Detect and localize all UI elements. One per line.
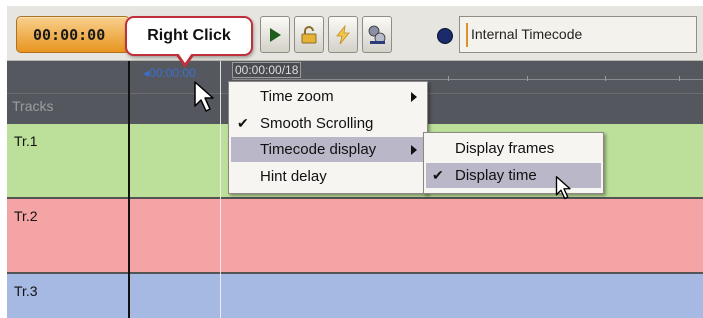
callout-pointer-fill <box>178 53 192 63</box>
text-caret <box>466 23 468 47</box>
checkmark-icon: ✔ <box>237 115 249 131</box>
track-label: Tr.3 <box>14 283 38 299</box>
submenu-arrow-icon <box>411 92 417 102</box>
sync-button[interactable] <box>362 16 392 53</box>
screenshot-frame: 00:00:00 Internal Timecode ◂00:00:00 00:… <box>0 0 703 318</box>
lock-button[interactable] <box>294 16 324 53</box>
timeline-window: 00:00:00 Internal Timecode ◂00:00:00 00:… <box>7 6 703 318</box>
lock-icon <box>301 25 317 43</box>
sync-icon <box>368 25 386 44</box>
tracks-header-label: Tracks <box>12 98 54 114</box>
menu-item-label: Smooth Scrolling <box>260 115 374 132</box>
track-label: Tr.1 <box>14 133 38 149</box>
ruler-baseline <box>232 79 703 80</box>
timecode-source-label: Internal Timecode <box>471 26 583 42</box>
right-click-callout: Right Click <box>125 16 253 56</box>
mouse-pointer-icon <box>194 81 214 112</box>
ruler-tick <box>448 76 449 81</box>
menu-item-time-zoom[interactable]: Time zoom <box>231 84 425 109</box>
lightning-button[interactable] <box>328 16 358 53</box>
menu-item-timecode-display[interactable]: Timecode display <box>231 137 425 162</box>
time-display[interactable]: 00:00:00 <box>16 16 130 53</box>
menu-item-display-frames[interactable]: Display frames <box>426 136 601 161</box>
mouse-pointer-icon <box>555 176 571 200</box>
track-lane-2[interactable]: Tr.2 <box>7 199 703 273</box>
lightning-icon <box>336 24 350 44</box>
timecode-status-icon <box>437 28 453 44</box>
play-button[interactable] <box>260 16 290 53</box>
ruler-tick <box>605 76 606 81</box>
track-lane-3[interactable]: Tr.3 <box>7 274 703 318</box>
context-menu: Time zoom ✔ Smooth Scrolling Timecode di… <box>228 81 428 194</box>
menu-item-label: Timecode display <box>260 141 377 158</box>
marker-line <box>220 61 221 318</box>
submenu-arrow-icon <box>411 145 417 155</box>
menu-item-label: Hint delay <box>260 168 327 185</box>
timecode-source-field[interactable]: Internal Timecode <box>459 16 697 53</box>
ruler-start-time: ◂00:00:00 <box>143 66 196 80</box>
checkmark-icon: ✔ <box>432 167 444 183</box>
menu-item-hint-delay[interactable]: Hint delay <box>231 164 425 189</box>
ruler-start-label: 00:00:00 <box>149 66 196 80</box>
timecode-display-submenu: Display frames ✔ Display time <box>423 132 604 194</box>
playhead-line[interactable] <box>128 61 130 318</box>
menu-item-label: Display frames <box>455 140 555 157</box>
play-icon <box>270 27 281 42</box>
ruler-tick <box>679 76 680 81</box>
track-label: Tr.2 <box>14 208 38 224</box>
ruler-tick <box>527 76 528 81</box>
ruler-end-time: 00:00:00/18 <box>232 62 302 78</box>
menu-item-display-time[interactable]: ✔ Display time <box>426 163 601 188</box>
menu-item-smooth-scrolling[interactable]: ✔ Smooth Scrolling <box>231 111 425 136</box>
menu-item-label: Time zoom <box>260 88 334 105</box>
menu-item-label: Display time <box>455 167 537 184</box>
